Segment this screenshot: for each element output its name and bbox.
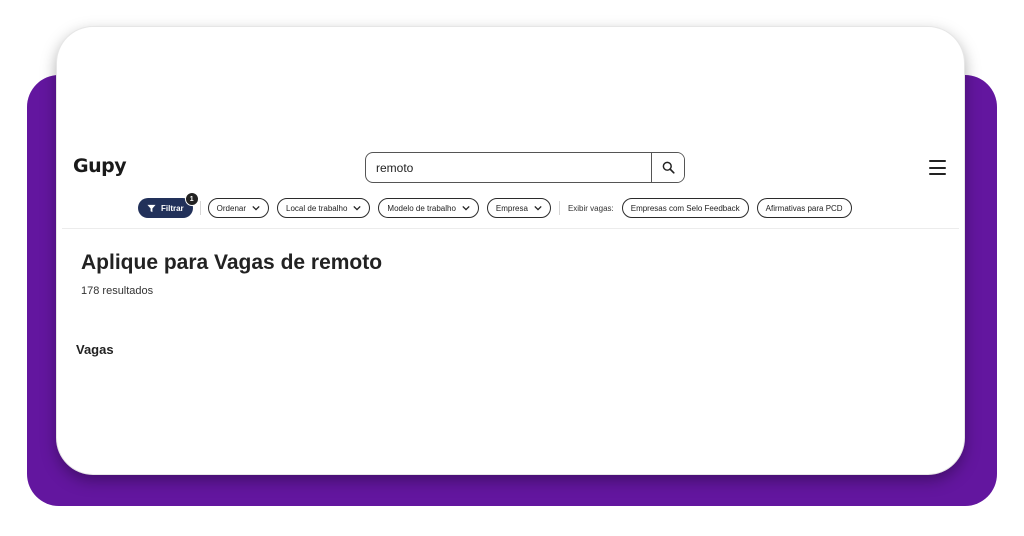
dropdown-empresa[interactable]: Empresa	[486, 198, 551, 218]
exibir-vagas-label: Exibir vagas:	[567, 203, 614, 213]
toggle-selo-feedback[interactable]: Empresas com Selo Feedback	[621, 198, 749, 218]
gupy-logo[interactable]: Gupy	[73, 155, 127, 177]
toggle-afirmativas-pcd[interactable]: Afirmativas para PCD	[756, 198, 852, 218]
chevron-down-icon	[353, 205, 362, 211]
dropdown-local-de-trabalho[interactable]: Local de trabalho	[277, 198, 371, 218]
search-icon	[662, 161, 675, 174]
toggle-label: Empresas com Selo Feedback	[630, 203, 740, 213]
section-title-vagas: Vagas	[76, 342, 114, 357]
funnel-icon	[147, 204, 156, 212]
page-title: Aplique para Vagas de remoto	[81, 251, 383, 274]
chevron-down-icon	[252, 205, 260, 211]
dropdown-label: Ordenar	[216, 203, 247, 213]
chevron-down-icon	[462, 205, 470, 211]
hamburger-menu-icon[interactable]	[929, 160, 946, 175]
filter-button[interactable]: Filtrar 1	[138, 192, 199, 218]
dropdown-label: Local de trabalho	[286, 203, 348, 213]
filter-bar: Filtrar 1 Ordenar Local de trabalho Mode…	[138, 192, 860, 218]
results-count: 178 resultados	[81, 285, 154, 297]
divider	[558, 201, 560, 215]
search-bar	[365, 152, 685, 183]
search-button[interactable]	[651, 153, 684, 182]
toggle-label: Afirmativas para PCD	[765, 203, 843, 213]
divider	[199, 201, 201, 215]
header-separator	[62, 228, 959, 229]
dropdown-ordenar[interactable]: Ordenar	[207, 198, 270, 218]
dropdown-modelo-de-trabalho[interactable]: Modelo de trabalho	[378, 198, 479, 218]
filter-count-badge: 1	[184, 192, 199, 206]
search-input[interactable]	[366, 153, 651, 182]
browser-card: Gupy Filtrar 1 Ordenar Local de trabalho	[57, 27, 964, 474]
dropdown-label: Modelo de trabalho	[387, 203, 456, 213]
chevron-down-icon	[534, 205, 542, 211]
filter-button-label: Filtrar	[161, 203, 184, 213]
dropdown-label: Empresa	[495, 203, 528, 213]
